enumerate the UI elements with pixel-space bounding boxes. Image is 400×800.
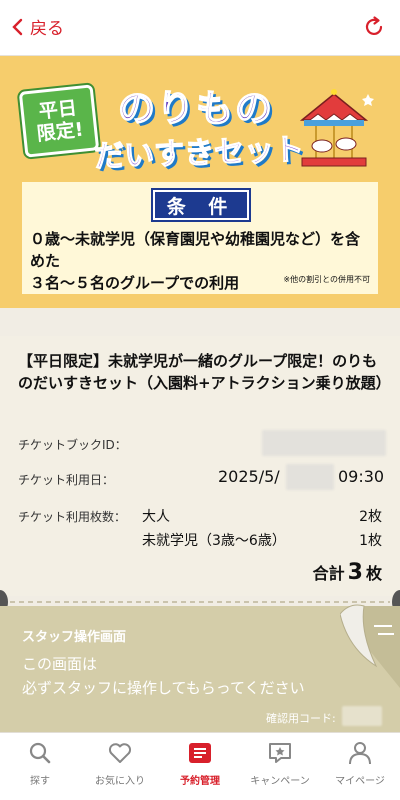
tab-reservations[interactable]: 予約管理: [160, 733, 240, 800]
staff-panel-title: スタッフ操作画面: [22, 630, 127, 645]
person-icon: [349, 742, 371, 765]
page-peel-handle[interactable]: [340, 602, 400, 688]
ticket-book-id-masked: [262, 430, 386, 456]
ticket-title: 【平日限定】未就学児が一緒のグループ限定！のりものだいすきセット（入園料+アトラ…: [18, 352, 391, 392]
ticket-total: 合計 3 枚: [313, 560, 382, 585]
ticket-count-label: チケット利用枚数：: [18, 510, 127, 524]
tab-campaign[interactable]: キャンペーン: [240, 733, 320, 800]
ticket-card: 【平日限定】未就学児が一緒のグループ限定！のりものだいすきセット（入園料+アトラ…: [0, 336, 400, 596]
ticket-book-id-label: チケットブックID：: [18, 438, 127, 452]
tab-mypage[interactable]: マイページ: [320, 733, 400, 800]
ticket-count-child-value: 1枚: [359, 533, 382, 549]
back-button[interactable]: 戻る: [10, 14, 64, 39]
condition-note: ※他の割引との併用不可: [283, 275, 370, 284]
ticket-count-child-name: 未就学児（3歳～6歳）: [142, 533, 286, 549]
tab-reservations-label: 予約管理: [180, 776, 220, 787]
condition-heading: 条 件: [151, 188, 251, 222]
campaign-banner: 平日 限定! のりもの だいすきセット 条 件 ０歳～未就学児（保育園児や幼稚園…: [0, 56, 400, 308]
ticket-total-suffix: 枚: [365, 564, 382, 583]
tab-search[interactable]: 探す: [0, 733, 80, 800]
tab-campaign-label: キャンペーン: [250, 776, 310, 787]
banner-title-line1: のりもの: [117, 86, 274, 131]
ticket-date-day-masked: [286, 464, 334, 490]
search-icon: [29, 742, 51, 764]
confirmation-code-masked: [342, 706, 382, 726]
refresh-icon[interactable]: [362, 15, 386, 39]
confirmation-code-label: 確認用コード:: [266, 712, 336, 725]
chevron-left-icon: [12, 18, 23, 35]
ticket-date-value: 2025/5/: [218, 467, 280, 486]
banner-header: 平日 限定! のりもの だいすきセット: [0, 56, 400, 178]
tab-favorites[interactable]: お気に入り: [80, 733, 160, 800]
tab-mypage-label: マイページ: [335, 776, 385, 787]
reservation-icon: [189, 743, 211, 763]
staff-panel-message: この画面は 必ずスタッフに操作してもらってください: [22, 655, 305, 697]
back-label: 戻る: [30, 19, 64, 39]
heart-icon: [108, 743, 132, 763]
carousel-illustration: [299, 89, 374, 167]
ticket-date-label: チケット利用日：: [18, 473, 115, 487]
tab-favorites-label: お気に入り: [95, 776, 145, 787]
weekday-only-badge: 平日 限定!: [18, 84, 100, 158]
tab-search-label: 探す: [30, 776, 50, 787]
section-gap: [0, 308, 400, 336]
ticket-time-value: 09:30: [338, 467, 385, 486]
top-bar: 戻る: [0, 0, 400, 56]
ticket-count-adult-name: 大人: [142, 509, 170, 525]
ticket-count-adult-value: 2枚: [359, 509, 382, 525]
condition-box: 条 件 ０歳～未就学児（保育園児や幼稚園児など）を含めた ３名～５名のグループで…: [22, 182, 378, 294]
ticket-total-number: 3: [347, 560, 363, 585]
banner-title-line2: だいすきセット: [93, 132, 305, 176]
campaign-icon: [269, 743, 291, 763]
ticket-total-prefix: 合計: [312, 564, 345, 583]
bottom-tab-bar: 探す お気に入り 予約管理 キャンペーン マイページ: [0, 732, 400, 800]
